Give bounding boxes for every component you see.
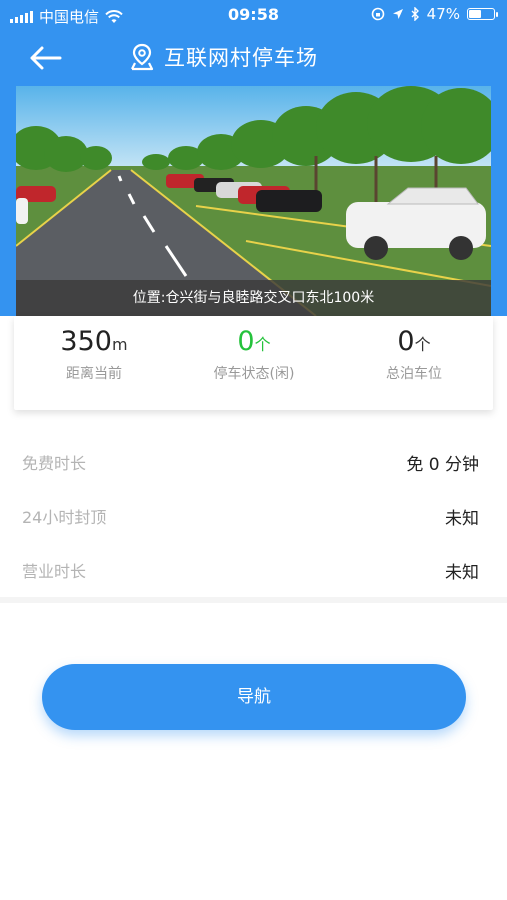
back-button[interactable] — [26, 42, 66, 74]
navigate-button[interactable]: 导航 — [42, 664, 466, 730]
free-duration-label: 免费时长 — [22, 454, 87, 473]
total-spaces-value: 0 — [397, 326, 415, 357]
lock-rotation-icon — [371, 7, 384, 21]
distance-unit: m — [111, 335, 128, 354]
info-list: 免费时长 免 0 分钟 24小时封顶 未知 营业时长 未知 — [0, 434, 507, 596]
page-title: 互联网村停车场 — [164, 46, 318, 70]
stat-parking-status: 0个 停车状态(闲) — [174, 326, 334, 383]
total-spaces-unit: 个 — [414, 335, 431, 354]
status-bar: 中国电信 09:58 47% — [0, 0, 507, 30]
total-spaces-label: 总泊车位 — [386, 366, 442, 382]
parking-status-unit: 个 — [254, 335, 271, 354]
location-arrow-icon — [392, 9, 403, 19]
parking-status-label: 停车状态(闲) — [213, 366, 295, 382]
distance-label: 距离当前 — [66, 366, 122, 382]
battery-percent: 47% — [426, 5, 460, 23]
daily-cap-label: 24小时封顶 — [22, 508, 107, 527]
business-hours-label: 营业时长 — [22, 562, 87, 581]
location-pin-icon — [131, 43, 154, 71]
business-hours-value: 未知 — [445, 563, 479, 583]
info-row-24h-cap: 24小时封顶 未知 — [0, 488, 507, 542]
parking-lot-photo: 位置:仓兴街与良睦路交叉口东北100米 — [16, 86, 491, 316]
daily-cap-value: 未知 — [445, 509, 479, 529]
free-duration-value: 免 0 分钟 — [406, 455, 479, 475]
info-row-free-duration: 免费时长 免 0 分钟 — [0, 434, 507, 488]
distance-value: 350 — [60, 326, 112, 357]
section-divider — [0, 597, 507, 603]
stats-card: 350m 距离当前 0个 停车状态(闲) 0个 总泊车位 — [14, 316, 493, 410]
info-row-business-hours: 营业时长 未知 — [0, 542, 507, 596]
battery-icon — [467, 8, 498, 20]
stat-total-spaces: 0个 总泊车位 — [334, 326, 494, 383]
back-arrow-icon — [30, 46, 62, 70]
nav-bar: 互联网村停车场 — [0, 30, 507, 86]
parking-status-value: 0 — [237, 326, 255, 357]
stat-distance: 350m 距离当前 — [14, 326, 174, 383]
status-right: 47% — [371, 5, 498, 23]
bluetooth-icon — [411, 7, 419, 21]
title-group: 互联网村停车场 — [130, 42, 318, 72]
location-caption: 位置:仓兴街与良睦路交叉口东北100米 — [16, 280, 491, 316]
